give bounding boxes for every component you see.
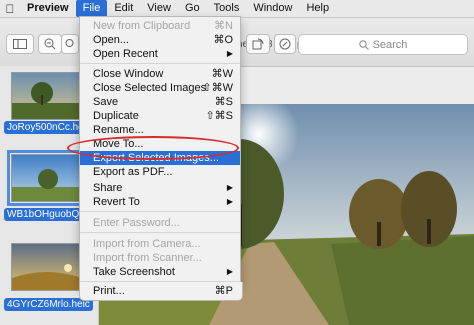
sidebar-toggle-button[interactable] [6, 34, 34, 54]
menu-item-close-window[interactable]: Close Window ⌘W [80, 67, 240, 81]
submenu-arrow-icon: ▶ [226, 267, 233, 276]
menu-item-import-from-scanner[interactable]: Import from Scanner... [80, 251, 240, 265]
thumbnail-1[interactable] [11, 72, 83, 120]
menu-file[interactable]: File [75, 0, 108, 17]
menu-help[interactable]: Help [299, 0, 336, 17]
submenu-arrow-icon: ▶ [226, 49, 233, 58]
menu-item-new-from-clipboard[interactable]: New from Clipboard ⌘N [80, 19, 240, 33]
submenu-arrow-icon: ▶ [226, 183, 233, 192]
zoom-out-button[interactable] [38, 34, 62, 54]
menu-item-export-as-pdf[interactable]: Export as PDF... [80, 165, 240, 179]
thumbnail-3[interactable] [11, 243, 83, 291]
annotation-highlight-ring [67, 136, 239, 160]
menu-go[interactable]: Go [178, 0, 207, 17]
menu-item-enter-password[interactable]: Enter Password... [80, 216, 240, 230]
menu-item-import-from-camera[interactable]: Import from Camera... [80, 237, 240, 251]
menu-item-open[interactable]: Open... ⌘O [80, 33, 240, 47]
thumbnail-label-3[interactable]: 4GYrCZ6Mrlo.heic [4, 298, 93, 311]
zoom-out-icon [44, 38, 56, 50]
menu-item-share[interactable]: Share ▶ [80, 181, 240, 195]
file-menu-bottom: Print... ⌘P [79, 282, 243, 301]
apple-icon[interactable]:  [0, 2, 20, 16]
menu-edit[interactable]: Edit [107, 0, 140, 17]
search-icon [358, 39, 369, 50]
menu-item-rename[interactable]: Rename... [80, 123, 240, 137]
menu-item-duplicate[interactable]: Duplicate ⇧⌘S [80, 109, 240, 123]
search-placeholder: Search [372, 38, 408, 51]
menu-item-save[interactable]: Save ⌘S [80, 95, 240, 109]
menu-separator [80, 63, 240, 64]
thumbnail-image-1 [12, 73, 82, 119]
sidebar-icon [13, 39, 27, 49]
rotate-icon [252, 38, 264, 50]
menu-separator [80, 232, 240, 233]
menu-window[interactable]: Window [246, 0, 299, 17]
menu-tools[interactable]: Tools [207, 0, 247, 17]
rotate-button[interactable] [246, 34, 270, 54]
menu-item-close-selected-images[interactable]: Close Selected Images ⇧⌘W [80, 81, 240, 95]
zoom-in-icon [65, 39, 74, 47]
markup-icon [279, 38, 291, 50]
markup-button[interactable] [274, 34, 296, 54]
thumbnail-image-3 [12, 244, 82, 290]
submenu-arrow-icon: ▶ [226, 197, 233, 206]
menu-view[interactable]: View [140, 0, 178, 17]
menu-item-print[interactable]: Print... ⌘P [80, 284, 240, 298]
menu-separator [80, 211, 240, 212]
menu-item-revert-to[interactable]: Revert To ▶ [80, 195, 240, 209]
menu-item-take-screenshot[interactable]: Take Screenshot ▶ [80, 265, 240, 279]
menu-item-open-recent[interactable]: Open Recent ▶ [80, 47, 240, 61]
search-field[interactable]: Search [298, 34, 468, 55]
thumbnail-2[interactable] [7, 150, 87, 206]
menu-preview[interactable]: Preview [20, 0, 76, 17]
zoom-in-button[interactable] [61, 34, 79, 54]
thumbnail-image-2 [12, 155, 82, 201]
